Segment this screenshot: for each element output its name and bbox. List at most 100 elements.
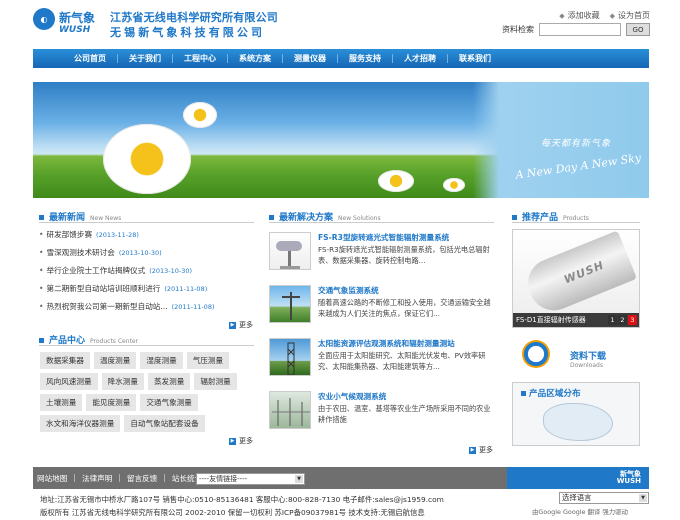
nav-home[interactable]: 公司首页: [63, 54, 118, 63]
solution-desc: FS-R3旋转遮光式智能辐射测量系统，包括光电总辐射表、数据采集器、旋转控制电路…: [318, 245, 490, 265]
google-translate-note: 由Google Google 翻译 强力驱动: [532, 508, 628, 516]
tower-icon: [287, 342, 295, 375]
downloads-title: 资料下载: [570, 352, 607, 362]
home-icon: ◆: [609, 12, 615, 20]
solution-title[interactable]: FS-R3型旋转遮光式智能辐射测量系统: [318, 232, 449, 243]
header: ◐ 新气象 WUSH 江苏省无线电科学研究所有限公司 无锡新气象科技有限公司 ◆…: [0, 0, 680, 46]
bullet-icon: [512, 215, 517, 220]
search-button[interactable]: GO: [626, 23, 650, 36]
downloads-link[interactable]: 资料下载 Downloads: [512, 338, 640, 374]
weather-station-icon: [282, 292, 300, 320]
product-category[interactable]: 能见度测量: [86, 394, 137, 411]
products-more-link[interactable]: ▶ 更多: [229, 436, 253, 446]
news-item[interactable]: • 举行企业院士工作站揭牌仪式 (2013-10-30): [39, 265, 254, 283]
footer-copyright: 版权所有 江苏省无线电科学研究所有限公司 2002-2010 保留一切权利 苏I…: [40, 508, 425, 517]
add-favorite-link[interactable]: ◆ 添加收藏: [559, 10, 599, 21]
nav-careers[interactable]: 人才招聘: [393, 54, 448, 63]
recommended-slideshow[interactable]: WUSH FS-D1直接辐射传感器 1 2 3: [512, 229, 640, 328]
solution-desc: 随着高速公路的不断修工和投入使用，交通运输安全越来越成为人们关注的焦点，保证它们…: [318, 298, 491, 318]
solution-desc: 由于农田、温室、基塔等农业生产场所采用不同的农业耕作措施: [318, 404, 491, 424]
divider: [39, 345, 254, 346]
chevron-down-icon: ▼: [295, 475, 303, 483]
bullet-icon: [39, 215, 44, 220]
news-item[interactable]: • 雪深观测技术研讨会 (2013-10-30): [39, 247, 254, 265]
solution-desc: 全面应用于太阳能研究、太阳能光伏发电、PV效率研究、太阳能集热器、太阳能建筑等方…: [318, 351, 486, 371]
divider: [512, 222, 640, 223]
search-area: 资料检索 GO: [502, 23, 650, 36]
friend-links-select[interactable]: ----友情链接---- ▼: [196, 473, 305, 485]
language-select[interactable]: 选择语言 ▼: [559, 492, 649, 504]
nav-support[interactable]: 服务支持: [338, 54, 393, 63]
nav-instruments[interactable]: 测量仪器: [283, 54, 338, 63]
divider: [39, 222, 254, 223]
solution-title[interactable]: 太阳能资源评估观测系统和辐射测量测站: [318, 338, 455, 349]
solution-thumbnail: [269, 285, 311, 323]
chevron-down-icon: ▼: [639, 494, 647, 502]
logo-en: WUSH: [59, 25, 91, 35]
daisy-far: [443, 178, 465, 192]
download-icon: [522, 340, 550, 368]
slide-page-button-active[interactable]: 3: [628, 315, 637, 325]
slide-page-button[interactable]: 2: [618, 315, 627, 325]
distribution-title: 产品区域分布: [521, 387, 581, 399]
product-category[interactable]: 土壤测量: [40, 394, 83, 411]
news-item[interactable]: • 研发部馈步赛 (2013-11-28): [39, 229, 254, 247]
solution-item[interactable]: 农业小气候观测系统 由于农田、温室、基塔等农业生产场所采用不同的农业耕作措施: [269, 391, 494, 439]
search-label: 资料检索: [502, 25, 534, 34]
nav-contact[interactable]: 联系我们: [448, 54, 502, 63]
daisy-right: [378, 170, 414, 192]
nav-about[interactable]: 关于我们: [118, 54, 173, 63]
news-more-link[interactable]: ▶ 更多: [229, 320, 253, 330]
footer-link-feedback[interactable]: 留言反馈: [127, 473, 157, 484]
logo[interactable]: ◐ 新气象 WUSH: [33, 8, 103, 36]
greenhouse-icon: [272, 398, 310, 426]
product-categories: 数据采集器 温度测量 湿度测量 气压测量 风向风速测量 降水测量 蒸发测量 辐射…: [40, 352, 255, 436]
banner-slogan-cn: 每天都有新气象: [540, 139, 611, 149]
product-category[interactable]: 温度测量: [93, 352, 137, 369]
footer-links: 网站地图 | 法律声明 | 留言反馈 | 站长统计: [37, 473, 203, 484]
downloads-title-en: Downloads: [570, 362, 603, 369]
arrow-icon: ▶: [229, 321, 236, 329]
logo-cn: 新气象: [59, 11, 96, 25]
footer-link-legal[interactable]: 法律声明: [82, 473, 112, 484]
nav-engineering[interactable]: 工程中心: [173, 54, 228, 63]
china-map-icon: [543, 403, 613, 441]
solution-item[interactable]: 太阳能资源评估观测系统和辐射测量测站 全面应用于太阳能研究、太阳能光伏发电、PV…: [269, 338, 494, 386]
solution-item[interactable]: FS-R3型旋转遮光式智能辐射测量系统 FS-R3旋转遮光式智能辐射测量系统，包…: [269, 232, 494, 280]
product-category[interactable]: 气压测量: [186, 352, 230, 369]
search-input[interactable]: [539, 23, 621, 36]
banner[interactable]: 每天都有新气象 A New Day A New Sky: [33, 82, 649, 198]
daisy-small: [183, 102, 217, 128]
slide-pager: 1 2 3: [608, 315, 637, 325]
bullet-icon: [39, 338, 44, 343]
product-category[interactable]: 辐射测量: [194, 373, 237, 390]
solution-title[interactable]: 农业小气候观测系统: [318, 391, 386, 402]
solution-thumbnail: [269, 232, 311, 270]
slide-page-button[interactable]: 1: [608, 315, 617, 325]
solution-item[interactable]: 交通气象监测系统 随着高速公路的不断修工和投入使用，交通运输安全越来越成为人们关…: [269, 285, 494, 333]
company-name-2: 无锡新气象科技有限公司: [110, 26, 266, 39]
solution-title[interactable]: 交通气象监测系统: [318, 285, 379, 296]
bullet-icon: [269, 215, 274, 220]
news-item[interactable]: • 热烈祝贺我公司第一期新型自动站... (2011-11-08): [39, 301, 254, 319]
news-list: • 研发部馈步赛 (2013-11-28) • 雪深观测技术研讨会 (2013-10-3…: [39, 229, 254, 319]
news-item[interactable]: • 第二期新型自动站培训班顺利进行 (2011-11-08): [39, 283, 254, 301]
nav-solutions[interactable]: 系统方案: [228, 54, 283, 63]
product-category[interactable]: 数据采集器: [40, 352, 90, 369]
set-home-link[interactable]: ◆ 设为首页: [610, 10, 650, 21]
product-category[interactable]: 自动气象站配套设备: [124, 415, 205, 432]
product-category[interactable]: 蒸发测量: [147, 373, 191, 390]
product-category[interactable]: 降水测量: [101, 373, 144, 390]
arrow-icon: ▶: [469, 446, 476, 454]
product-category[interactable]: 交通气象测量: [140, 394, 198, 411]
solutions-more-link[interactable]: ▶ 更多: [469, 445, 493, 455]
product-category[interactable]: 水文和海洋仪器测量: [40, 415, 121, 432]
divider: [269, 222, 494, 223]
daisy-large: [103, 124, 191, 194]
distribution-map[interactable]: 产品区域分布: [512, 382, 640, 446]
product-category[interactable]: 风向风速测量: [40, 373, 98, 390]
footer-link-sitemap[interactable]: 网站地图: [37, 473, 67, 484]
main-nav: 公司首页 关于我们 工程中心 系统方案 测量仪器 服务支持 人才招聘 联系我们: [33, 49, 649, 68]
product-category[interactable]: 湿度测量: [140, 352, 183, 369]
footer-logo: 新气象 WUSH: [507, 467, 649, 489]
